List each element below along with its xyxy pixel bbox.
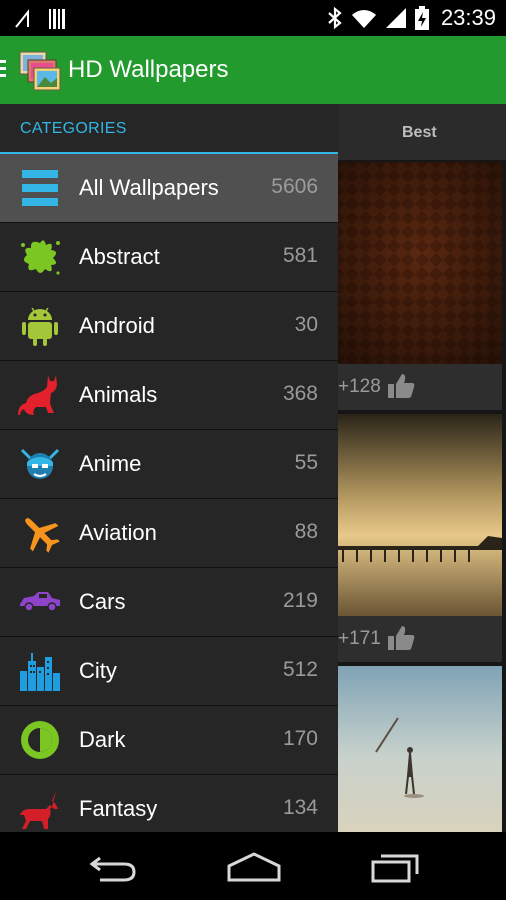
category-count: 219 [282, 589, 318, 612]
category-label: Cars [79, 589, 126, 614]
category-label: Fantasy [79, 796, 158, 821]
action-bar: HD Wallpapers [0, 36, 506, 104]
app-logo-icon[interactable] [18, 48, 62, 92]
missed-call-icon [15, 9, 29, 28]
category-item-dark[interactable]: Dark 170 [0, 706, 338, 775]
category-label: Anime [79, 451, 142, 476]
category-count: 170 [282, 727, 318, 750]
wallpaper-card[interactable] [338, 666, 502, 832]
category-label: City [79, 658, 117, 683]
status-time: 23:39 [440, 5, 496, 30]
back-icon[interactable] [88, 850, 138, 884]
wallpaper-thumbnail [338, 162, 502, 364]
category-item-aviation[interactable]: Aviation 88 [0, 499, 338, 568]
category-count: 88 [294, 520, 318, 543]
category-label: Dark [79, 727, 126, 752]
card-meta: +128 [338, 364, 502, 410]
barcode-icon [49, 9, 65, 29]
like-count: +171 [338, 628, 381, 649]
category-item-android[interactable]: Android 30 [0, 292, 338, 361]
category-count: 55 [294, 451, 318, 474]
bluetooth-icon [328, 6, 342, 30]
card-meta: +171 [338, 616, 502, 662]
thumbs-up-icon[interactable] [386, 624, 416, 652]
wallpaper-thumbnail [338, 414, 502, 616]
thumbs-up-icon[interactable] [386, 372, 416, 400]
category-item-animals[interactable]: Animals 368 [0, 361, 338, 430]
wallpaper-card[interactable]: +128 [338, 162, 502, 410]
navigation-bar [0, 832, 506, 900]
category-count: 30 [294, 313, 318, 336]
tab-best[interactable]: Best [402, 124, 437, 142]
paint-splash-icon [21, 240, 60, 275]
half-moon-icon [21, 721, 59, 759]
like-count: +128 [338, 376, 381, 397]
category-item-anime[interactable]: Anime 55 [0, 430, 338, 499]
unicorn-icon [20, 791, 58, 829]
category-item-city[interactable]: City 512 [0, 637, 338, 706]
category-item-fantasy[interactable]: Fantasy 134 [0, 775, 338, 832]
drawer-heading: CATEGORIES [20, 120, 127, 137]
navigation-drawer: CATEGORIES All Wallpapers 5606 Abstract … [0, 104, 338, 832]
city-skyline-icon [20, 653, 60, 691]
category-count: 368 [282, 382, 318, 405]
android-robot-icon [22, 307, 58, 346]
drawer-indicator-icon[interactable] [0, 58, 8, 78]
airplane-icon [25, 518, 60, 553]
category-label: All Wallpapers [79, 175, 219, 200]
category-count: 134 [282, 796, 318, 819]
list-icon [22, 170, 58, 206]
wallpaper-card[interactable]: +171 [338, 414, 502, 662]
drawer-header: CATEGORIES [0, 104, 338, 155]
signal-icon [385, 8, 406, 28]
category-label: Android [79, 313, 155, 338]
home-icon[interactable] [226, 850, 282, 884]
recents-icon[interactable] [370, 850, 420, 884]
car-icon [20, 592, 60, 612]
category-item-abstract[interactable]: Abstract 581 [0, 223, 338, 292]
category-count: 581 [282, 244, 318, 267]
category-label: Animals [79, 382, 158, 407]
wifi-icon [351, 10, 376, 28]
category-item-all-wallpapers[interactable]: All Wallpapers 5606 [0, 154, 338, 223]
status-bar: 23:39 [0, 0, 506, 36]
category-label: Aviation [79, 520, 157, 545]
category-count: 5606 [271, 175, 318, 198]
cat-icon [18, 375, 57, 415]
category-item-cars[interactable]: Cars 219 [0, 568, 338, 637]
category-count: 512 [282, 658, 318, 681]
anime-face-icon [20, 448, 60, 479]
wallpaper-thumbnail [338, 666, 502, 832]
app-title: HD Wallpapers [68, 56, 229, 83]
battery-charging-icon [414, 6, 429, 30]
category-label: Abstract [79, 244, 160, 269]
